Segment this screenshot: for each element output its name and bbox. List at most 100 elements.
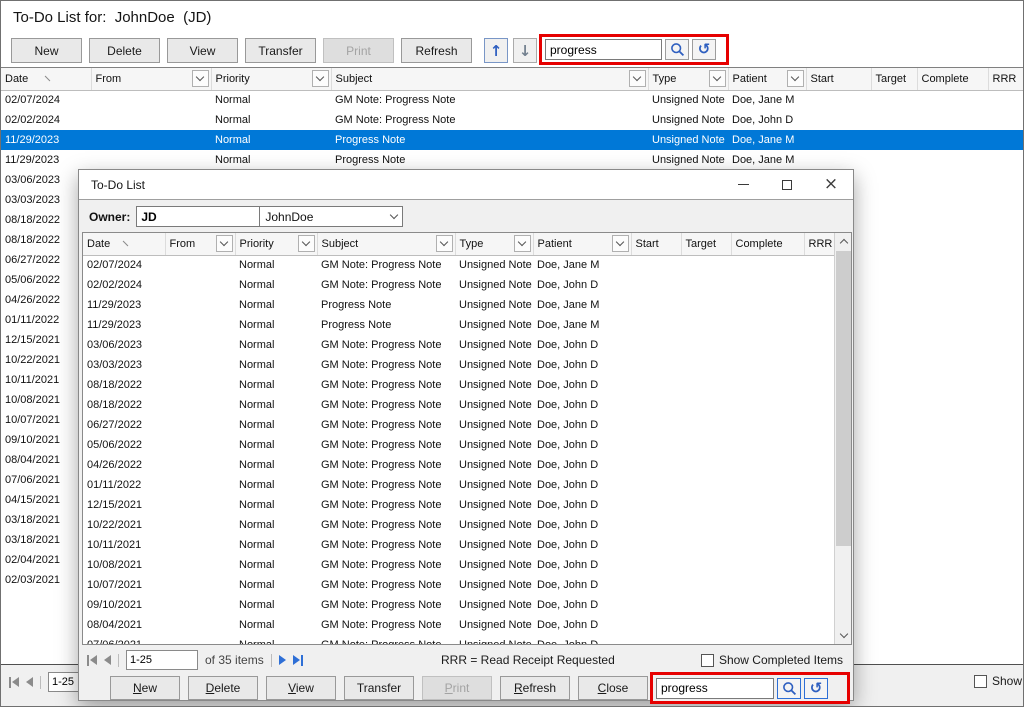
column-header-date[interactable]: Date: [1, 68, 91, 90]
table-row[interactable]: 08/18/2022 Normal GM Note: Progress Note…: [83, 375, 836, 395]
table-row[interactable]: 02/07/2024 Normal GM Note: Progress Note…: [83, 255, 836, 275]
column-header-complete[interactable]: Complete: [917, 68, 988, 90]
table-row[interactable]: 09/10/2021 Normal GM Note: Progress Note…: [83, 595, 836, 615]
scroll-down-button[interactable]: [835, 627, 852, 644]
filter-dropdown-button[interactable]: [629, 70, 646, 87]
dialog-button[interactable]: View: [266, 676, 336, 700]
toolbar-button[interactable]: Refresh: [401, 38, 472, 63]
column-header-date[interactable]: Date: [83, 233, 165, 255]
column-header-start[interactable]: Start: [806, 68, 871, 90]
filter-dropdown-button[interactable]: [514, 235, 531, 252]
filter-dropdown-button[interactable]: [312, 70, 329, 87]
column-header-from[interactable]: From: [91, 68, 211, 90]
table-row[interactable]: 02/02/2024 Normal GM Note: Progress Note…: [1, 110, 1024, 130]
cell-rrr: [804, 315, 836, 335]
dialog-button[interactable]: Close: [578, 676, 648, 700]
show-completed-checkbox[interactable]: [701, 654, 714, 667]
cell-rrr: [804, 435, 836, 455]
owner-select[interactable]: JohnDoe: [259, 206, 403, 227]
column-header-target[interactable]: Target: [681, 233, 731, 255]
table-row[interactable]: 11/29/2023 Normal Progress Note Unsigned…: [83, 295, 836, 315]
scrollbar-thumb[interactable]: [836, 251, 851, 546]
table-row[interactable]: 03/06/2023 Normal GM Note: Progress Note…: [83, 335, 836, 355]
table-row[interactable]: 03/03/2023 Normal GM Note: Progress Note…: [83, 355, 836, 375]
cell-start: [631, 315, 681, 335]
filter-dropdown-button[interactable]: [612, 235, 629, 252]
dialog-button[interactable]: Transfer: [344, 676, 414, 700]
table-row[interactable]: 11/29/2023 Normal Progress Note Unsigned…: [83, 315, 836, 335]
filter-dropdown-button[interactable]: [298, 235, 315, 252]
cell-priority: Normal: [211, 90, 331, 110]
maximize-button[interactable]: [765, 170, 809, 199]
table-row[interactable]: 10/11/2021 Normal GM Note: Progress Note…: [83, 535, 836, 555]
cell-start: [631, 555, 681, 575]
column-header-target[interactable]: Target: [871, 68, 917, 90]
filter-dropdown-button[interactable]: [787, 70, 804, 87]
dialog-titlebar[interactable]: To-Do List ×: [79, 170, 853, 200]
table-row[interactable]: 04/26/2022 Normal GM Note: Progress Note…: [83, 455, 836, 475]
table-row[interactable]: 12/15/2021 Normal GM Note: Progress Note…: [83, 495, 836, 515]
toolbar-button[interactable]: Delete: [89, 38, 160, 63]
column-header-start[interactable]: Start: [631, 233, 681, 255]
filter-dropdown-button[interactable]: [192, 70, 209, 87]
table-row[interactable]: 10/22/2021 Normal GM Note: Progress Note…: [83, 515, 836, 535]
dialog-button[interactable]: Refresh: [500, 676, 570, 700]
main-search-reset-button[interactable]: ↺: [692, 39, 716, 60]
dialog-button[interactable]: Delete: [188, 676, 258, 700]
toolbar-button[interactable]: Transfer: [245, 38, 316, 63]
column-header-complete[interactable]: Complete: [731, 233, 804, 255]
column-header-subject[interactable]: Subject: [331, 68, 648, 90]
page-range-input[interactable]: [126, 650, 198, 670]
table-row[interactable]: 08/04/2021 Normal GM Note: Progress Note…: [83, 615, 836, 635]
vertical-scrollbar[interactable]: [834, 233, 851, 644]
column-header-priority[interactable]: Priority: [235, 233, 317, 255]
table-row[interactable]: 07/06/2021 Normal GM Note: Progress Note…: [83, 635, 836, 645]
toolbar-button[interactable]: Print: [323, 38, 394, 63]
column-header-patient[interactable]: Patient: [533, 233, 631, 255]
previous-page-icon[interactable]: [104, 655, 111, 665]
table-row[interactable]: 02/02/2024 Normal GM Note: Progress Note…: [83, 275, 836, 295]
filter-dropdown-button[interactable]: [436, 235, 453, 252]
move-up-button[interactable]: ↑: [484, 38, 508, 63]
close-button[interactable]: ×: [809, 170, 853, 199]
dialog-search-reset-button[interactable]: ↺: [804, 678, 828, 699]
dialog-search-input[interactable]: [656, 678, 774, 699]
table-row[interactable]: 11/29/2023 Normal Progress Note Unsigned…: [1, 150, 1024, 170]
dialog-button[interactable]: New: [110, 676, 180, 700]
column-header-priority[interactable]: Priority: [211, 68, 331, 90]
show-completed-checkbox[interactable]: [974, 675, 987, 688]
column-header-type[interactable]: Type: [648, 68, 728, 90]
main-search-input[interactable]: [545, 39, 662, 60]
next-page-icon[interactable]: [279, 655, 286, 665]
cell-subject: Progress Note: [317, 315, 455, 335]
table-row[interactable]: 05/06/2022 Normal GM Note: Progress Note…: [83, 435, 836, 455]
toolbar-button[interactable]: New: [11, 38, 82, 63]
table-row[interactable]: 10/08/2021 Normal GM Note: Progress Note…: [83, 555, 836, 575]
scroll-up-button[interactable]: [835, 233, 852, 250]
owner-code-input[interactable]: [136, 206, 260, 227]
filter-dropdown-button[interactable]: [216, 235, 233, 252]
table-row[interactable]: 11/29/2023 Normal Progress Note Unsigned…: [1, 130, 1024, 150]
previous-page-icon[interactable]: [26, 677, 33, 687]
minimize-button[interactable]: [721, 170, 765, 199]
main-search-button[interactable]: [665, 39, 689, 60]
column-header-from[interactable]: From: [165, 233, 235, 255]
table-row[interactable]: 06/27/2022 Normal GM Note: Progress Note…: [83, 415, 836, 435]
table-row[interactable]: 02/07/2024 Normal GM Note: Progress Note…: [1, 90, 1024, 110]
filter-dropdown-button[interactable]: [709, 70, 726, 87]
column-header-subject[interactable]: Subject: [317, 233, 455, 255]
dialog-search-button[interactable]: [777, 678, 801, 699]
toolbar-button[interactable]: View: [167, 38, 238, 63]
table-row[interactable]: 01/11/2022 Normal GM Note: Progress Note…: [83, 475, 836, 495]
move-down-button[interactable]: ↓: [513, 38, 537, 63]
column-header-type[interactable]: Type: [455, 233, 533, 255]
first-page-icon[interactable]: [87, 655, 97, 666]
last-page-icon[interactable]: [293, 655, 303, 666]
table-row[interactable]: 10/07/2021 Normal GM Note: Progress Note…: [83, 575, 836, 595]
first-page-icon[interactable]: [9, 677, 19, 688]
table-row[interactable]: 08/18/2022 Normal GM Note: Progress Note…: [83, 395, 836, 415]
column-header-rrr[interactable]: RRR: [804, 233, 836, 255]
column-header-patient[interactable]: Patient: [728, 68, 806, 90]
column-header-rrr[interactable]: RRR: [988, 68, 1024, 90]
dialog-button[interactable]: Print: [422, 676, 492, 700]
